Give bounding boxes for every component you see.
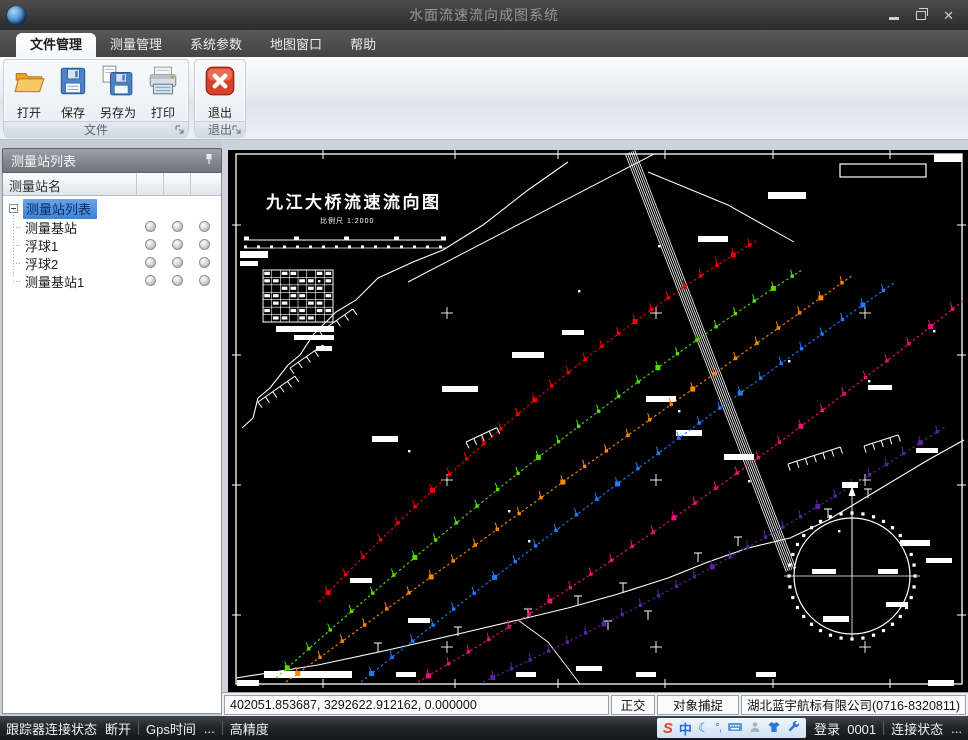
ime-halfwidth-moon-icon[interactable]: ☾ xyxy=(698,720,710,736)
save-as-button-label: 另存为 xyxy=(100,104,136,121)
app-window: 水面流速流向成图系统 ✕ 文件管理 测量管理 系统参数 地图窗口 帮助 xyxy=(0,0,968,740)
ribbon-group-exit: 退出 退出 xyxy=(194,59,246,135)
open-button[interactable]: 打开 xyxy=(7,62,51,121)
ime-settings-wrench-icon[interactable] xyxy=(787,720,800,736)
save-as-icon xyxy=(101,62,135,103)
restore-button[interactable] xyxy=(916,11,926,20)
status-led xyxy=(172,239,183,250)
exit-icon xyxy=(203,62,237,103)
coordinate-readout: 402051.853687, 3292622.912162, 0.000000 xyxy=(224,695,609,715)
sogou-logo-icon[interactable]: S xyxy=(663,720,673,737)
tree-item-base-station[interactable]: 测量基站 xyxy=(3,218,221,236)
dialog-launcher-icon[interactable] xyxy=(231,124,243,136)
ime-skin-shirt-icon[interactable] xyxy=(767,721,781,736)
status-led xyxy=(145,257,156,268)
bottom-status-bar: 跟踪器连接状态 断开 Gps时间 ... 高精度 S 中 ☾ °, xyxy=(0,716,968,740)
ime-punctuation-icon[interactable]: °, xyxy=(716,722,721,734)
titlebar: 水面流速流向成图系统 ✕ xyxy=(0,0,968,30)
osnap-toggle[interactable]: 对象捕捉 xyxy=(657,695,739,715)
svg-text:比例尺 1:2000: 比例尺 1:2000 xyxy=(320,216,374,225)
exit-button[interactable]: 退出 xyxy=(198,62,242,121)
login-label: 登录 0001 xyxy=(814,719,876,738)
print-button-label: 打印 xyxy=(151,104,175,121)
status-led xyxy=(145,239,156,250)
status-led xyxy=(199,239,210,250)
tab-file[interactable]: 文件管理 xyxy=(16,33,96,57)
tab-map-window[interactable]: 地图窗口 xyxy=(256,33,336,57)
ribbon: 打开 保存 xyxy=(0,57,968,140)
login-id: 0001 xyxy=(847,722,876,737)
connection-status-label: 连接状态 xyxy=(891,719,943,738)
ime-language-bar: S 中 ☾ °, xyxy=(657,718,806,738)
status-led xyxy=(199,257,210,268)
connection-status-value: ... xyxy=(951,721,962,736)
precision-label: 高精度 xyxy=(230,719,269,738)
status-led xyxy=(145,275,156,286)
tree-item-base-station-1[interactable]: 测量基站1 xyxy=(3,272,221,290)
company-label: 湖北蓝宇航标有限公司(0716-8320811) xyxy=(741,695,966,715)
column-indicator-2 xyxy=(163,173,190,195)
group-label-exit: 退出 xyxy=(195,121,245,138)
status-led xyxy=(172,275,183,286)
station-tree: 测量站列表 测量基站 浮球1 xyxy=(3,196,221,290)
open-button-label: 打开 xyxy=(17,104,41,121)
window-title: 水面流速流向成图系统 xyxy=(0,5,968,25)
status-led xyxy=(199,275,210,286)
tree-root-label: 测量站列表 xyxy=(23,199,97,219)
status-led xyxy=(199,221,210,232)
map-canvas-area: 九江大桥流速流向图比例尺 1:2000 xyxy=(222,140,968,692)
ortho-toggle[interactable]: 正交 xyxy=(611,695,655,715)
svg-text:九江大桥流速流向图: 九江大桥流速流向图 xyxy=(265,192,442,212)
station-panel: 测量站列表 测量站名 xyxy=(0,140,222,716)
cad-drawing-canvas[interactable]: 九江大桥流速流向图比例尺 1:2000 xyxy=(228,150,968,692)
tab-system-params[interactable]: 系统参数 xyxy=(176,33,256,57)
ime-keyboard-icon[interactable] xyxy=(727,721,743,736)
tab-measure[interactable]: 测量管理 xyxy=(96,33,176,57)
tracker-status-label: 跟踪器连接状态 xyxy=(6,719,97,738)
print-button[interactable]: 打印 xyxy=(141,62,185,121)
save-button-label: 保存 xyxy=(61,104,85,121)
column-indicator-1 xyxy=(136,173,163,195)
group-label-file: 文件 xyxy=(4,121,188,138)
ribbon-tab-row: 文件管理 测量管理 系统参数 地图窗口 帮助 xyxy=(0,30,968,57)
status-led xyxy=(172,221,183,232)
save-as-button[interactable]: 另存为 xyxy=(95,62,141,121)
gps-time-value: ... xyxy=(204,721,215,736)
exit-button-label: 退出 xyxy=(208,104,232,121)
printer-icon xyxy=(146,62,180,103)
column-station-name: 测量站名 xyxy=(3,173,136,195)
pin-icon[interactable] xyxy=(203,153,215,169)
close-button[interactable]: ✕ xyxy=(943,9,954,22)
tab-help[interactable]: 帮助 xyxy=(336,33,390,57)
ribbon-group-file: 打开 保存 xyxy=(3,59,189,135)
minimize-button[interactable] xyxy=(889,17,899,20)
gps-time-label: Gps时间 xyxy=(146,719,196,738)
open-folder-icon xyxy=(12,62,46,103)
station-list: 测量站名 测量站列表 测量基站 xyxy=(2,173,222,714)
tree-item-float-1[interactable]: 浮球1 xyxy=(3,236,221,254)
status-led xyxy=(172,257,183,268)
save-floppy-icon xyxy=(56,62,90,103)
station-panel-header: 测量站列表 xyxy=(2,148,222,173)
column-indicator-3 xyxy=(190,173,221,195)
cad-status-bar: 402051.853687, 3292622.912162, 0.000000 … xyxy=(222,692,968,716)
save-button[interactable]: 保存 xyxy=(51,62,95,121)
tree-root-row[interactable]: 测量站列表 xyxy=(3,199,221,218)
ime-chinese-mode-icon[interactable]: 中 xyxy=(679,719,692,738)
tracker-status-value: 断开 xyxy=(105,719,131,738)
tree-item-float-2[interactable]: 浮球2 xyxy=(3,254,221,272)
status-led xyxy=(145,221,156,232)
ime-user-icon[interactable] xyxy=(749,721,761,736)
dialog-launcher-icon[interactable] xyxy=(174,124,186,136)
station-list-columns[interactable]: 测量站名 xyxy=(3,173,221,196)
